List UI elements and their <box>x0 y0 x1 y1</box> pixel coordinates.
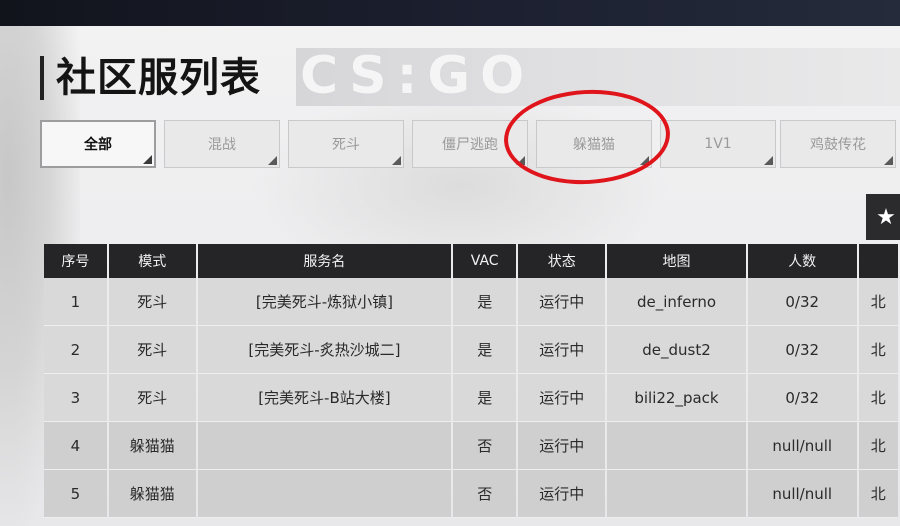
cell-extra: 北 <box>858 278 898 326</box>
cell-map <box>607 422 746 470</box>
corner-triangle-icon <box>143 155 152 164</box>
cell-vac: 否 <box>453 422 517 470</box>
cell-index: 3 <box>44 374 107 422</box>
tab-all[interactable]: 全部 <box>40 120 156 168</box>
col-header-vac[interactable]: VAC <box>453 244 517 278</box>
cell-extra: 北 <box>858 422 898 470</box>
corner-triangle-icon <box>392 156 401 165</box>
col-header-mode[interactable]: 模式 <box>108 244 196 278</box>
cell-server-name <box>197 470 452 518</box>
cell-index: 5 <box>44 470 107 518</box>
cell-players: 0/32 <box>747 278 857 326</box>
table-row[interactable]: 4 躲猫猫 否 运行中 null/null 北 <box>44 422 898 470</box>
cell-players: 0/32 <box>747 326 857 374</box>
table-header-row: 序号 模式 服务名 VAC 状态 地图 人数 <box>44 244 898 278</box>
cell-server-name: [完美死斗-炼狱小镇] <box>197 278 452 326</box>
cell-mode: 躲猫猫 <box>108 470 196 518</box>
cell-extra: 北 <box>858 374 898 422</box>
cell-server-name: [完美死斗-炙热沙城二] <box>197 326 452 374</box>
cell-mode: 死斗 <box>108 278 196 326</box>
tab-label: 鸡鼓传花 <box>810 137 866 153</box>
tab-label: 死斗 <box>332 137 360 153</box>
star-icon: ★ <box>876 204 896 230</box>
cell-map: bili22_pack <box>607 374 746 422</box>
tab-label: 混战 <box>208 137 236 153</box>
cell-index: 2 <box>44 326 107 374</box>
cell-extra: 北 <box>858 470 898 518</box>
cell-vac: 是 <box>453 326 517 374</box>
col-header-extra[interactable] <box>858 244 898 278</box>
cell-mode: 躲猫猫 <box>108 422 196 470</box>
cell-status: 运行中 <box>518 278 606 326</box>
col-header-index[interactable]: 序号 <box>44 244 107 278</box>
cell-status: 运行中 <box>518 422 606 470</box>
csgo-logo: CS:GO <box>300 46 535 106</box>
tab-1v1[interactable]: 1V1 <box>660 120 776 168</box>
col-header-server-name[interactable]: 服务名 <box>197 244 452 278</box>
cell-players: 0/32 <box>747 374 857 422</box>
tab-pass-the-drum[interactable]: 鸡鼓传花 <box>780 120 896 168</box>
col-header-players[interactable]: 人数 <box>747 244 857 278</box>
cell-status: 运行中 <box>518 374 606 422</box>
tab-melee[interactable]: 混战 <box>164 120 280 168</box>
tab-label: 僵尸逃跑 <box>442 137 498 153</box>
corner-triangle-icon <box>268 156 277 165</box>
server-table: 序号 模式 服务名 VAC 状态 地图 人数 1 死斗 [完美死斗-炼狱小镇] … <box>42 244 900 518</box>
cell-map: de_inferno <box>607 278 746 326</box>
cell-players: null/null <box>747 470 857 518</box>
top-bar <box>0 0 900 26</box>
cell-status: 运行中 <box>518 326 606 374</box>
cell-mode: 死斗 <box>108 326 196 374</box>
title-accent-bar <box>40 56 44 100</box>
cell-vac: 是 <box>453 374 517 422</box>
tab-deathmatch[interactable]: 死斗 <box>288 120 404 168</box>
cell-mode: 死斗 <box>108 374 196 422</box>
cell-map: de_dust2 <box>607 326 746 374</box>
table-row[interactable]: 1 死斗 [完美死斗-炼狱小镇] 是 运行中 de_inferno 0/32 北 <box>44 278 898 326</box>
table-row[interactable]: 2 死斗 [完美死斗-炙热沙城二] 是 运行中 de_dust2 0/32 北 <box>44 326 898 374</box>
cell-vac: 否 <box>453 470 517 518</box>
col-header-map[interactable]: 地图 <box>607 244 746 278</box>
tab-label: 1V1 <box>704 136 732 152</box>
table-row[interactable]: 5 躲猫猫 否 运行中 null/null 北 <box>44 470 898 518</box>
cell-index: 1 <box>44 278 107 326</box>
cell-players: null/null <box>747 422 857 470</box>
corner-triangle-icon <box>884 156 893 165</box>
page-title: 社区服列表 <box>56 55 261 101</box>
cell-index: 4 <box>44 422 107 470</box>
corner-triangle-icon <box>764 156 773 165</box>
tab-label: 全部 <box>84 137 112 153</box>
server-list-panel: 社区服列表 CS:GO 全部 混战 死斗 僵尸逃跑 躲猫猫 1V1 鸡鼓传花 ★… <box>0 26 900 526</box>
col-header-status[interactable]: 状态 <box>518 244 606 278</box>
cell-map <box>607 470 746 518</box>
favorite-star-button[interactable]: ★ <box>866 194 900 240</box>
cell-server-name <box>197 422 452 470</box>
cell-status: 运行中 <box>518 470 606 518</box>
cell-vac: 是 <box>453 278 517 326</box>
cell-extra: 北 <box>858 326 898 374</box>
table-row[interactable]: 3 死斗 [完美死斗-B站大楼] 是 运行中 bili22_pack 0/32 … <box>44 374 898 422</box>
cell-server-name: [完美死斗-B站大楼] <box>197 374 452 422</box>
